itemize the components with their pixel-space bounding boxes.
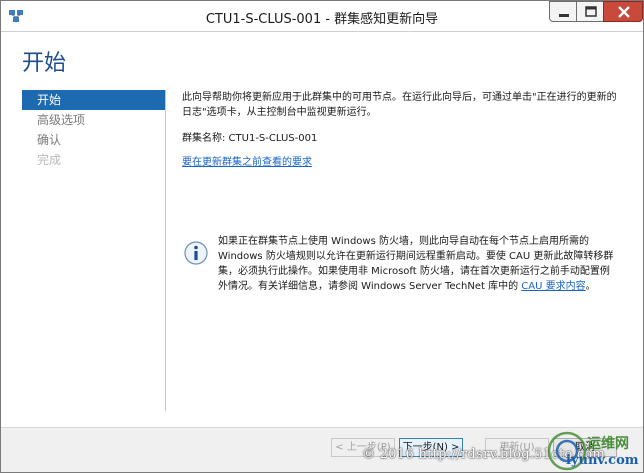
intro-text: 此向导帮助你将更新应用于此群集中的可用节点。在运行此向导后，可通过单击"正在进行… [182, 92, 617, 118]
sidebar-item-advanced-options[interactable]: 高级选项 [22, 110, 165, 130]
minimize-icon [559, 14, 569, 17]
info-icon [184, 241, 208, 265]
sidebar-item-start[interactable]: 开始 [22, 90, 165, 110]
sidebar-item-confirmation[interactable]: 确认 [22, 130, 165, 150]
minimize-button[interactable] [549, 1, 577, 22]
requirements-link[interactable]: 要在更新群集之前查看的要求 [182, 153, 312, 168]
firewall-info-suffix: 。 [585, 281, 596, 292]
wizard-steps-nav: 开始 高级选项 确认 完成 [22, 90, 166, 411]
logo-site-text: iyunv.com [566, 453, 639, 468]
maximize-icon [585, 6, 597, 17]
window-title: CTU1-S-CLUS-001 - 群集感知更新向导 [205, 12, 439, 27]
maximize-button[interactable] [576, 1, 604, 22]
close-button[interactable] [603, 1, 643, 22]
logo-chinese-text: 运维网 [587, 436, 629, 452]
close-icon [618, 6, 630, 18]
cau-requirements-link[interactable]: CAU 要求内容 [521, 281, 585, 292]
main-content: 此向导帮助你将更新应用于此群集中的可用节点。在运行此向导后，可通过单击"正在进行… [182, 90, 622, 169]
sidebar-item-completion: 完成 [37, 153, 62, 167]
title-bar[interactable]: CTU1-S-CLUS-001 - 群集感知更新向导 [1, 1, 643, 32]
wizard-window: CTU1-S-CLUS-001 - 群集感知更新向导 开始 开始 高级选项 确认… [0, 0, 644, 473]
firewall-info-text: 如果正在群集节点上使用 Windows 防火墙，则此向导自动在每个节点上启用所需… [218, 234, 614, 294]
cluster-name-label: 群集名称: CTU1-S-CLUS-001 [182, 133, 318, 144]
page-title: 开始 [22, 51, 67, 76]
